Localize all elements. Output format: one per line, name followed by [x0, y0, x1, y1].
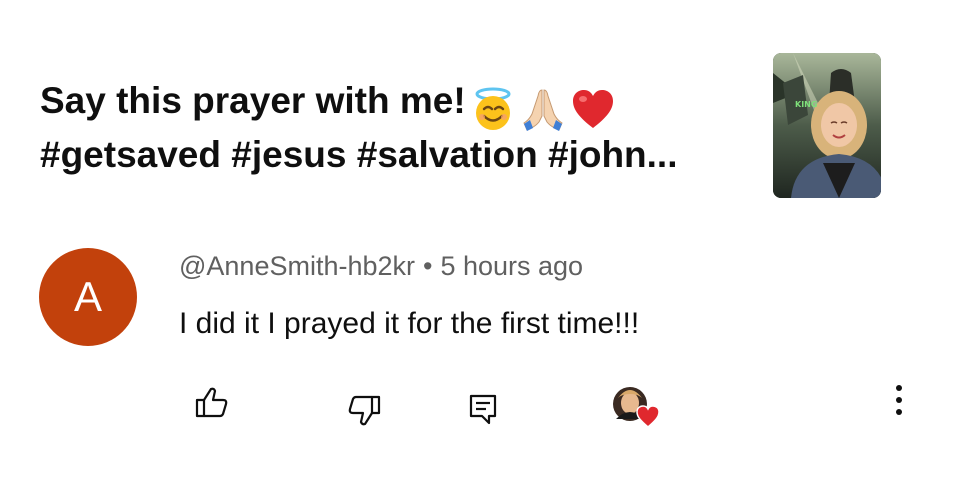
- title-emojis: [466, 84, 616, 132]
- comment-page: Say this prayer with me! #getsaved #jesu…: [0, 0, 960, 480]
- creator-heart-icon: [613, 387, 660, 428]
- like-button[interactable]: [193, 384, 231, 420]
- comment-text: I did it I prayed it for the first time!…: [179, 307, 640, 340]
- halo-smile-emoji-icon: [475, 87, 511, 131]
- comment-time: 5 hours ago: [440, 251, 584, 281]
- reply-icon: [469, 394, 497, 425]
- video-title-line1: Say this prayer with me!: [40, 78, 740, 132]
- comment-author[interactable]: @AnneSmith-hb2kr: [179, 251, 415, 281]
- thumbs-down-icon: [348, 395, 381, 426]
- thumbnail-text: KING: [795, 100, 817, 109]
- more-options-button[interactable]: [884, 380, 914, 420]
- avatar[interactable]: A: [39, 248, 137, 346]
- creator-heart-badge: [612, 384, 662, 428]
- meta-separator: •: [423, 251, 433, 281]
- video-thumbnail[interactable]: KING: [773, 53, 881, 198]
- thumbnail-image: KING: [773, 53, 881, 198]
- video-title[interactable]: Say this prayer with me! #getsaved #jesu…: [40, 78, 740, 178]
- reply-button[interactable]: [465, 391, 501, 427]
- comment-meta: @AnneSmith-hb2kr • 5 hours ago: [179, 250, 583, 282]
- avatar-letter: A: [73, 273, 102, 320]
- dislike-button[interactable]: [345, 393, 383, 429]
- video-title-line2: #getsaved #jesus #salvation #john...: [40, 134, 678, 176]
- more-vert-icon: [896, 385, 902, 415]
- video-title-text: Say this prayer with me!: [40, 80, 466, 121]
- red-heart-emoji-icon: [572, 90, 613, 129]
- praying-hands-emoji-icon: [523, 89, 563, 132]
- thumbs-up-icon: [195, 387, 228, 418]
